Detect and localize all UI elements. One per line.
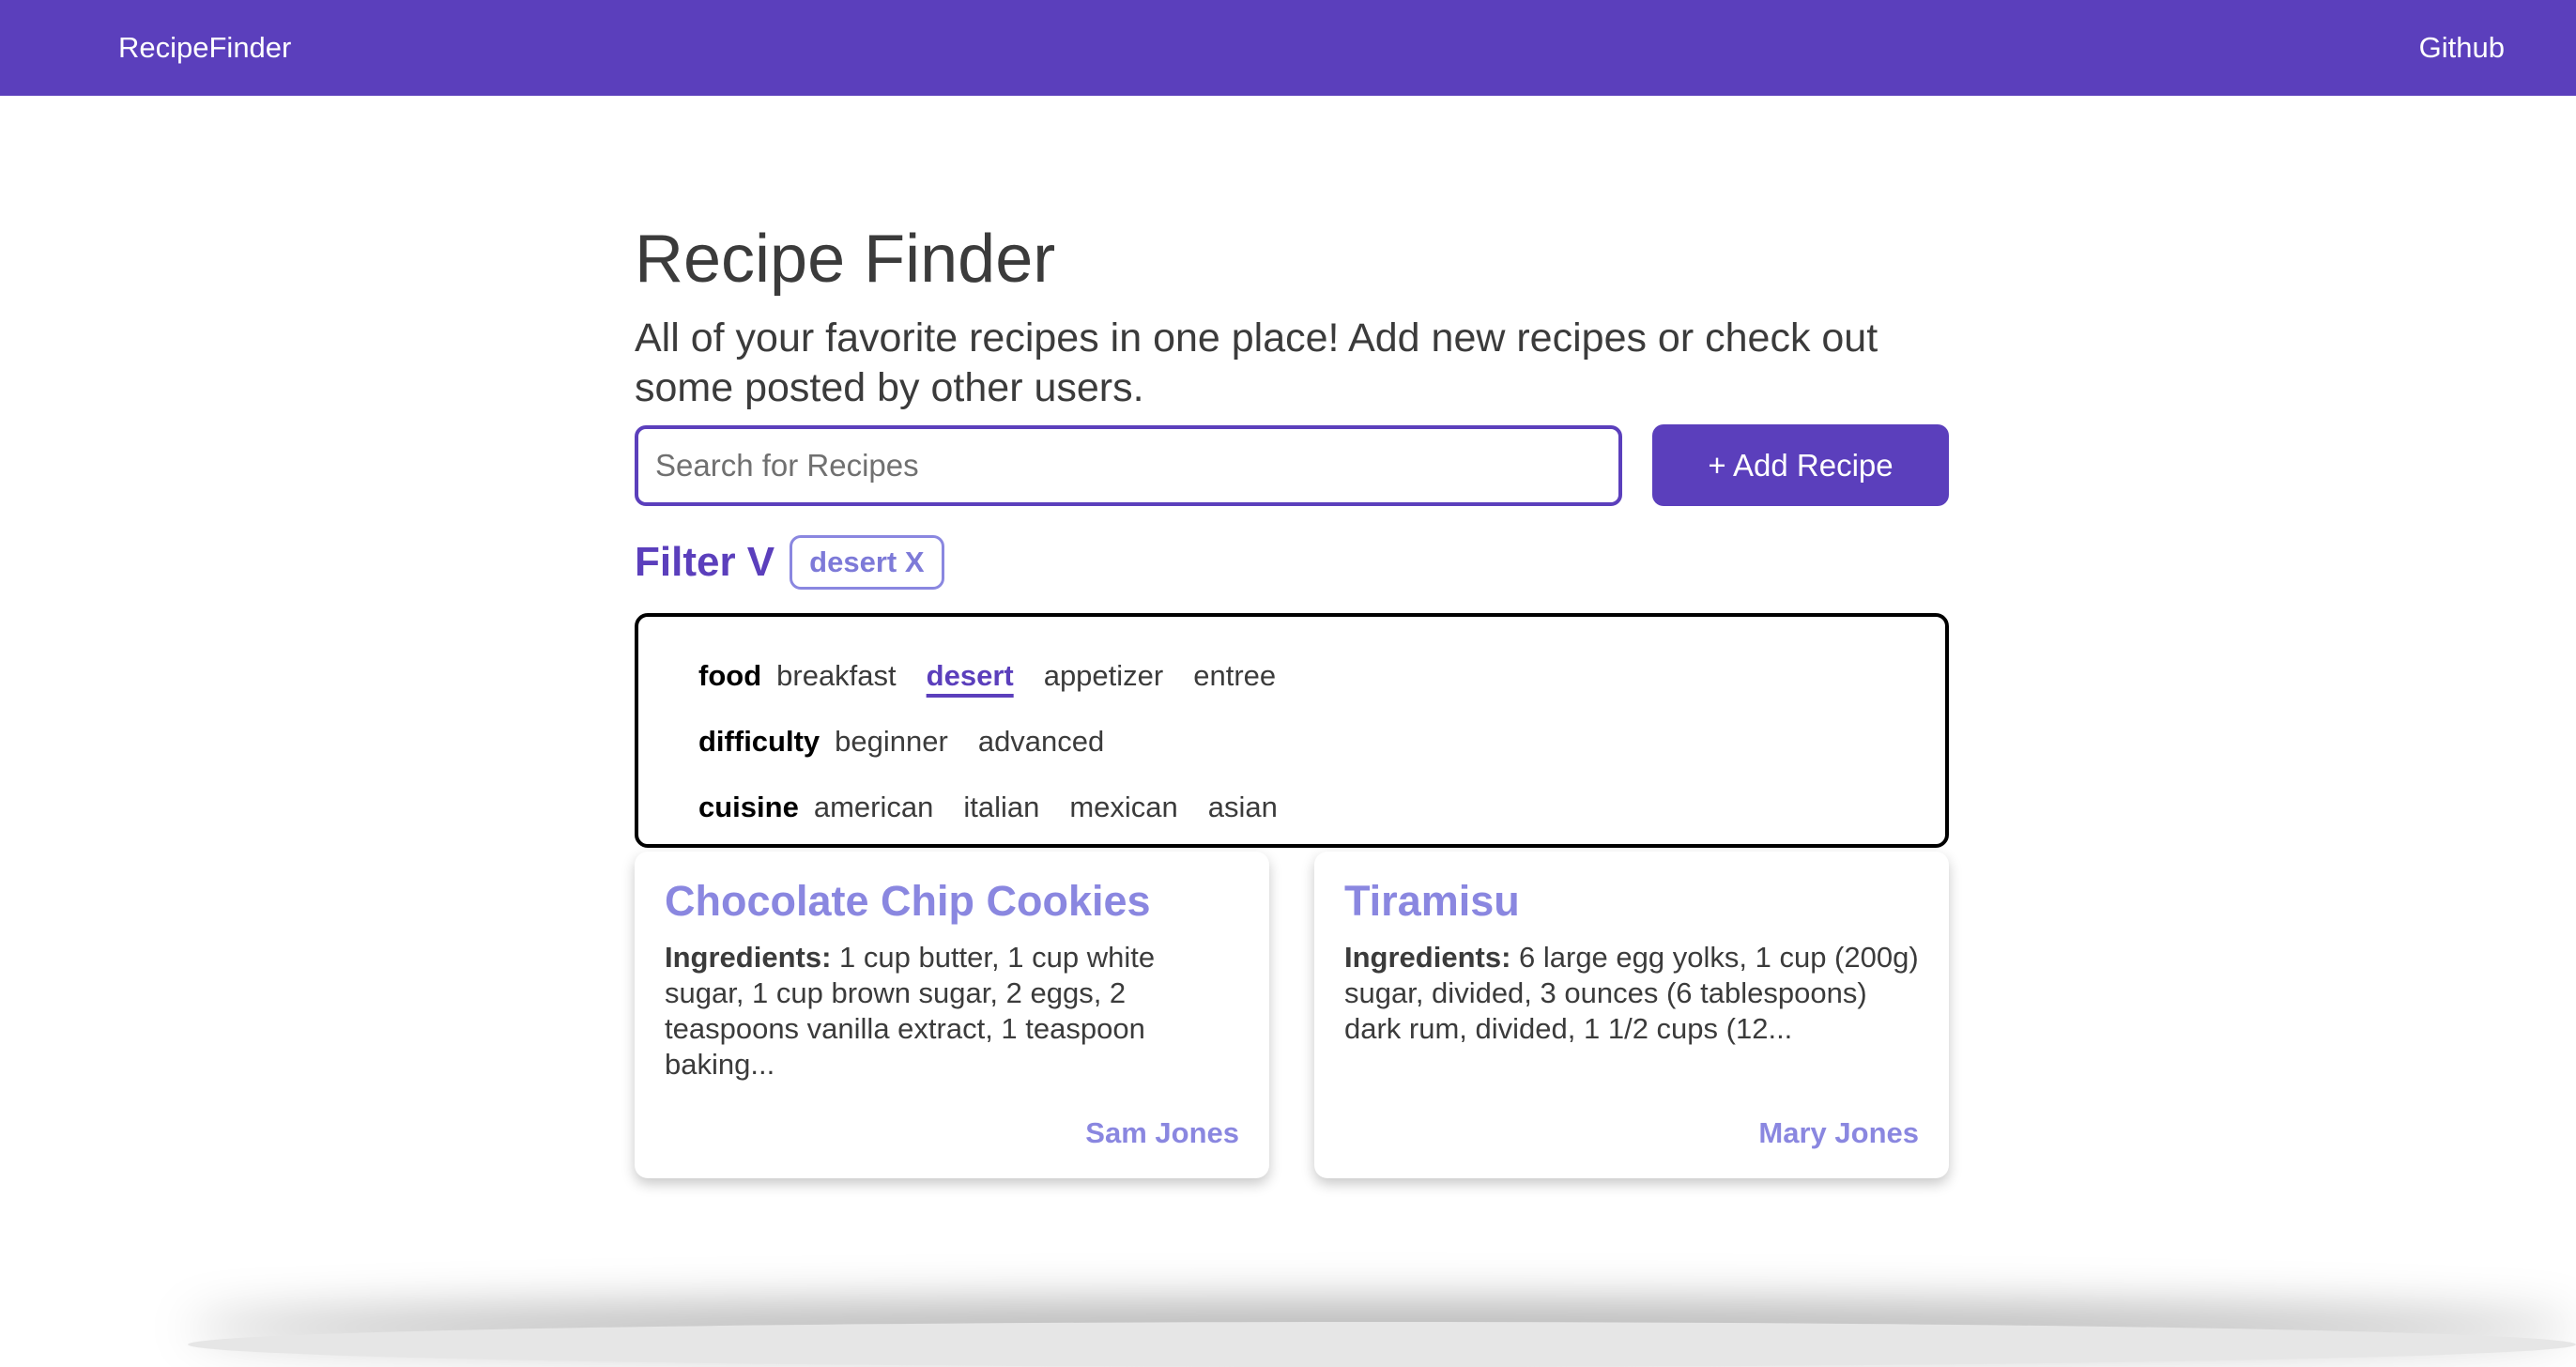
active-filter-chip[interactable]: desert X — [790, 535, 944, 590]
page-subtitle: All of your favorite recipes in one plac… — [635, 315, 1878, 410]
top-navbar: RecipeFinder Github — [0, 0, 2576, 96]
search-row: + Add Recipe — [635, 424, 1949, 506]
filter-group-food: food breakfast desert appetizer entree — [698, 643, 1945, 709]
filter-group-label: food — [698, 659, 762, 692]
filter-toggle[interactable]: Filter V — [635, 539, 774, 586]
filter-option-american[interactable]: american — [814, 791, 934, 824]
add-recipe-button[interactable]: + Add Recipe — [1652, 424, 1949, 506]
ingredients-label: Ingredients: — [665, 940, 840, 974]
filter-group-label: cuisine — [698, 791, 799, 823]
filter-option-advanced[interactable]: advanced — [978, 725, 1104, 759]
filter-panel: food breakfast desert appetizer entree d… — [635, 613, 1949, 848]
recipe-ingredients: Ingredients: 6 large egg yolks, 1 cup (2… — [1344, 940, 1919, 1047]
filter-option-breakfast[interactable]: breakfast — [776, 659, 897, 693]
recipe-card[interactable]: Tiramisu Ingredients: 6 large egg yolks,… — [1314, 852, 1949, 1178]
search-input[interactable] — [635, 424, 1622, 506]
filter-row: Filter V desert X — [635, 533, 1949, 591]
bottom-shadow-divider — [188, 1322, 2576, 1367]
main-content: Recipe Finder All of your favorite recip… — [635, 225, 1949, 1178]
filter-option-entree[interactable]: entree — [1193, 659, 1276, 693]
filter-option-beginner[interactable]: beginner — [835, 725, 948, 759]
filter-option-appetizer[interactable]: appetizer — [1044, 659, 1164, 693]
filter-group-label: difficulty — [698, 725, 820, 758]
filter-option-mexican[interactable]: mexican — [1069, 791, 1177, 824]
github-link[interactable]: Github — [2419, 31, 2505, 65]
brand-link[interactable]: RecipeFinder — [118, 31, 291, 65]
recipe-title[interactable]: Chocolate Chip Cookies — [665, 878, 1239, 925]
recipe-author[interactable]: Sam Jones — [1085, 1116, 1239, 1150]
recipe-title[interactable]: Tiramisu — [1344, 878, 1919, 925]
filter-group-difficulty: difficulty beginner advanced — [698, 709, 1945, 775]
recipe-card-list: Chocolate Chip Cookies Ingredients: 1 cu… — [635, 852, 1949, 1178]
filter-option-desert[interactable]: desert — [927, 659, 1014, 693]
filter-group-cuisine: cuisine american italian mexican asian — [698, 775, 1945, 840]
recipe-ingredients: Ingredients: 1 cup butter, 1 cup white s… — [665, 940, 1239, 1083]
recipe-author[interactable]: Mary Jones — [1758, 1116, 1919, 1150]
ingredients-label: Ingredients: — [1344, 940, 1520, 974]
recipe-card[interactable]: Chocolate Chip Cookies Ingredients: 1 cu… — [635, 852, 1269, 1178]
page-title: Recipe Finder — [635, 222, 1056, 297]
filter-option-italian[interactable]: italian — [963, 791, 1039, 824]
filter-option-asian[interactable]: asian — [1208, 791, 1278, 824]
